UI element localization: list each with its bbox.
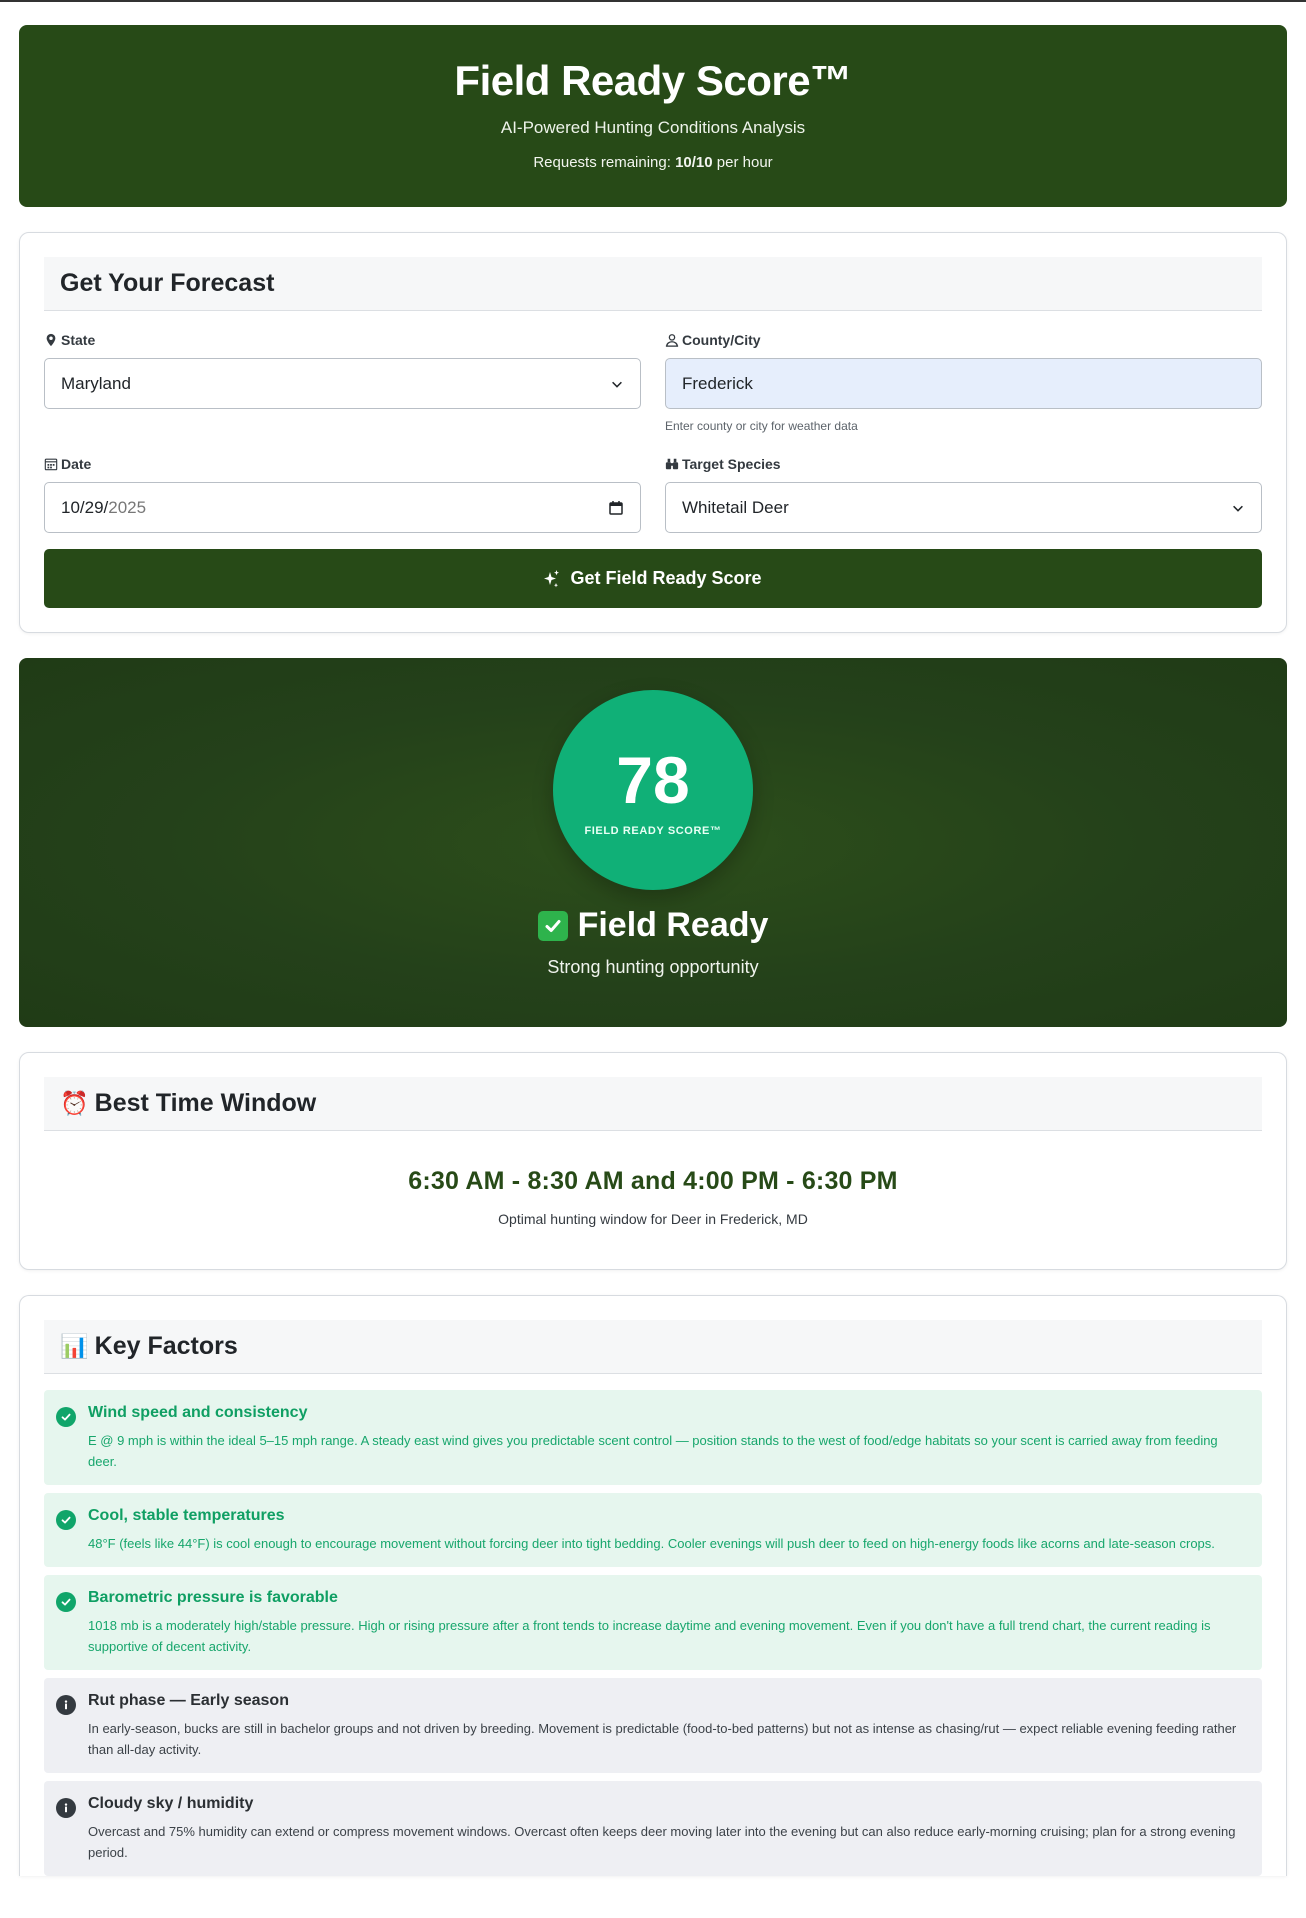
county-input[interactable]: Frederick — [665, 358, 1262, 409]
binoculars-icon — [665, 458, 679, 470]
chevron-down-icon — [1233, 505, 1243, 512]
key-factors-heading-text: Key Factors — [94, 1332, 238, 1360]
date-input-value: 10/29/2025 — [61, 498, 146, 518]
calendar-icon — [44, 458, 58, 471]
check-mark-icon — [537, 910, 568, 941]
forecast-form: State Maryland County/City Frederick Ent… — [44, 331, 1262, 533]
verdict-subtitle: Strong hunting opportunity — [547, 957, 759, 977]
county-input-value: Frederick — [682, 373, 753, 393]
check-circle-icon — [56, 1407, 76, 1427]
factor-description: Overcast and 75% humidity can extend or … — [88, 1824, 1236, 1860]
factor-description: E @ 9 mph is within the ideal 5–15 mph r… — [88, 1433, 1218, 1469]
species-select-value: Whitetail Deer — [682, 497, 789, 517]
requests-suffix: per hour — [712, 154, 773, 172]
info-circle-icon — [56, 1798, 76, 1818]
factor-title: Rut phase — Early season — [88, 1692, 289, 1709]
factor-title: Cloudy sky / humidity — [88, 1795, 254, 1812]
key-factors-heading: 📊 Key Factors — [44, 1320, 1262, 1374]
requests-value: 10/10 — [675, 154, 713, 172]
best-time-window: 6:30 AM - 8:30 AM and 4:00 PM - 6:30 PM — [408, 1167, 898, 1195]
county-label: County/City — [665, 331, 1262, 349]
date-input[interactable]: 10/29/2025 — [44, 482, 641, 533]
factor-description: In early-season, bucks are still in bach… — [88, 1721, 1237, 1757]
date-label: Date — [44, 455, 641, 473]
factor-item: Wind speed and consistency E @ 9 mph is w… — [44, 1390, 1262, 1485]
factor-description: 1018 mb is a moderately high/stable pres… — [88, 1618, 1211, 1654]
alarm-clock-icon: ⏰ — [60, 1090, 89, 1116]
get-score-button-label: Get Field Ready Score — [570, 568, 762, 588]
county-field: County/City Frederick Enter county or ci… — [665, 331, 1262, 433]
app-title: Field Ready Score™ — [454, 57, 852, 104]
chevron-down-icon — [612, 381, 622, 388]
hero-header: Field Ready Score™ AI-Powered Hunting Co… — [19, 25, 1287, 207]
score-label: FIELD READY SCORE™ — [584, 825, 722, 837]
factor-item: Barometric pressure is favorable 1018 mb … — [44, 1575, 1262, 1670]
app-subtitle: AI-Powered Hunting Conditions Analysis — [500, 118, 806, 138]
forecast-card: Get Your Forecast State Maryland County/… — [19, 232, 1287, 633]
state-field: State Maryland — [44, 331, 641, 433]
sparkle-icon — [544, 569, 560, 587]
date-year: 2025 — [108, 497, 147, 517]
county-label-text: County/City — [682, 332, 761, 348]
factor-item: Rut phase — Early season In early-season,… — [44, 1678, 1262, 1773]
key-factors-card: 📊 Key Factors Wind speed and consistency… — [19, 1295, 1287, 1876]
page: Field Ready Score™ AI-Powered Hunting Co… — [0, 2, 1306, 1876]
factor-item: Cool, stable temperatures 48°F (feels lik… — [44, 1493, 1262, 1567]
check-circle-icon — [56, 1592, 76, 1612]
factor-title: Barometric pressure is favorable — [88, 1589, 338, 1606]
date-label-text: Date — [61, 456, 92, 472]
date-field: Date 10/29/2025 — [44, 455, 641, 533]
best-time-heading: ⏰ Best Time Window — [44, 1077, 1262, 1131]
calendar-picker-icon[interactable] — [608, 500, 624, 516]
person-icon — [665, 334, 679, 347]
forecast-heading: Get Your Forecast — [44, 257, 1262, 311]
best-time-card: ⏰ Best Time Window 6:30 AM - 8:30 AM and… — [19, 1052, 1287, 1270]
factor-title: Wind speed and consistency — [88, 1404, 308, 1421]
get-score-button[interactable]: Get Field Ready Score — [44, 549, 1262, 608]
species-label-text: Target Species — [682, 456, 781, 472]
state-select-value: Maryland — [61, 373, 131, 393]
species-field: Target Species Whitetail Deer — [665, 455, 1262, 533]
score-value: 78 — [616, 743, 690, 817]
date-month-day: 10/29/ — [61, 497, 109, 517]
species-label: Target Species — [665, 455, 1262, 473]
factor-title: Cool, stable temperatures — [88, 1507, 285, 1524]
info-circle-icon — [56, 1695, 76, 1715]
factor-list: Wind speed and consistency E @ 9 mph is w… — [44, 1390, 1262, 1876]
best-time-heading-text: Best Time Window — [94, 1089, 317, 1117]
state-label-text: State — [61, 332, 96, 348]
requests-remaining: Requests remaining: 10/10 per hour — [19, 154, 1287, 171]
best-time-caption: Optimal hunting window for Deer in Frede… — [498, 1211, 808, 1227]
factor-description: 48°F (feels like 44°F) is cool enough to… — [88, 1536, 1215, 1551]
score-card: 78 FIELD READY SCORE™ Field Ready Strong… — [19, 658, 1287, 1027]
factor-item: Cloudy sky / humidity Overcast and 75% hu… — [44, 1781, 1262, 1876]
map-pin-icon — [46, 333, 56, 347]
score-circle: 78 FIELD READY SCORE™ — [553, 690, 753, 890]
state-label: State — [44, 331, 641, 349]
state-select[interactable]: Maryland — [44, 358, 641, 409]
species-select[interactable]: Whitetail Deer — [665, 482, 1262, 533]
bar-chart-icon: 📊 — [60, 1333, 89, 1359]
check-circle-icon — [56, 1510, 76, 1530]
verdict-text: Field Ready — [577, 906, 769, 944]
county-help-text: Enter county or city for weather data — [665, 419, 858, 433]
verdict: Field Ready — [19, 906, 1287, 945]
requests-prefix: Requests remaining: — [533, 154, 676, 172]
